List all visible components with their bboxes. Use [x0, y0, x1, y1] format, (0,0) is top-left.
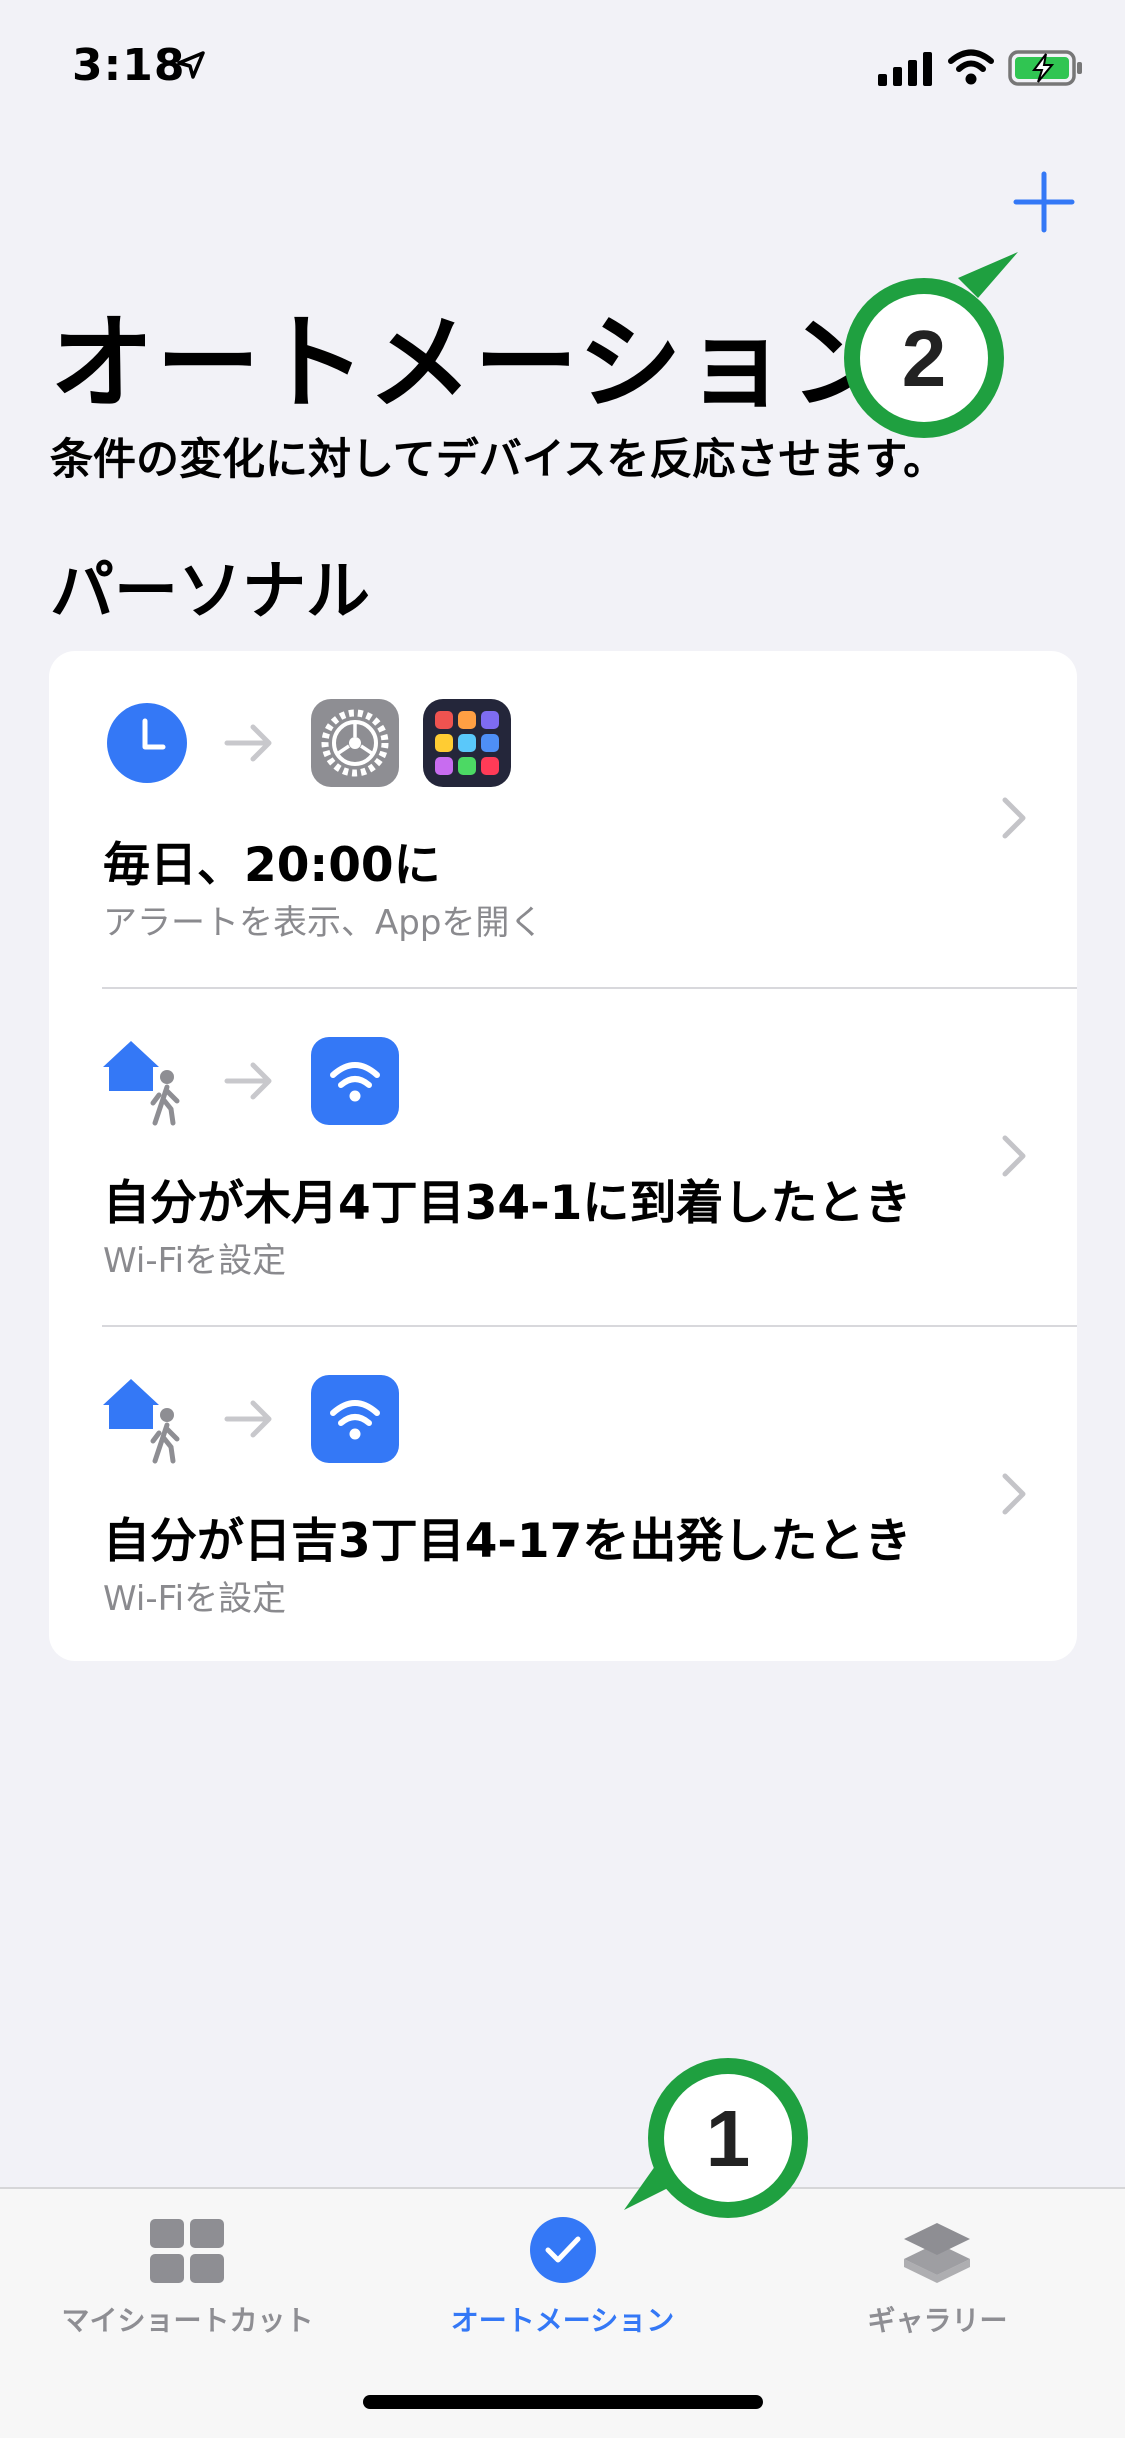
- chevron-right-icon: [1002, 1473, 1026, 1515]
- cellular-signal-icon: [878, 52, 932, 86]
- arrow-right-icon: [224, 1062, 272, 1100]
- automation-subtitle: Wi-Fiを設定: [103, 1241, 287, 1281]
- tab-label: オートメーション: [450, 2304, 675, 2337]
- arrow-right-icon: [224, 724, 272, 762]
- wifi-action-icon: [311, 1037, 399, 1125]
- automation-subtitle: Wi-Fiを設定: [103, 1579, 287, 1619]
- status-time: 3:18: [72, 40, 186, 91]
- home-person-icon: [103, 1379, 180, 1464]
- automation-title: 自分が日吉3丁目4-17を出発したとき: [103, 1514, 912, 1569]
- chevron-right-icon: [1002, 1135, 1026, 1177]
- home-indicator: [363, 2395, 763, 2409]
- chevron-right-icon: [1002, 797, 1026, 839]
- automation-subtitle: アラートを表示、Appを開く: [103, 903, 544, 943]
- add-automation-button[interactable]: [1010, 168, 1078, 236]
- automation-row-leave[interactable]: 自分が日吉3丁目4-17を出発したとき Wi-Fiを設定: [49, 1327, 1077, 1661]
- page-title: オートメーション: [50, 302, 896, 424]
- tab-label: ギャラリー: [867, 2304, 1008, 2337]
- app-grid-icon: [423, 699, 511, 787]
- settings-app-icon: [311, 699, 399, 787]
- callout-badge-1: 1: [624, 2058, 808, 2218]
- arrow-right-icon: [224, 1400, 272, 1438]
- automation-row-daily[interactable]: 毎日、20:00に アラートを表示、Appを開く: [49, 651, 1077, 989]
- location-arrow-icon: [177, 51, 205, 79]
- home-person-icon: [103, 1041, 180, 1126]
- checkmark-clock-icon: [530, 2217, 596, 2283]
- grid-icon: [150, 2219, 224, 2283]
- page-subtitle: 条件の変化に対してデバイスを反応させます。: [50, 435, 947, 485]
- layers-icon: [904, 2223, 970, 2283]
- automation-title: 毎日、20:00に: [103, 838, 441, 893]
- tab-my-shortcuts[interactable]: マイショートカット: [0, 2189, 375, 2389]
- section-title-personal: パーソナル: [50, 555, 370, 629]
- clock-icon: [107, 703, 187, 783]
- callout-number: 2: [902, 314, 947, 403]
- callout-badge-2: 2: [844, 252, 1018, 438]
- wifi-action-icon: [311, 1375, 399, 1463]
- tab-label: マイショートカット: [61, 2304, 314, 2337]
- callout-number: 1: [706, 2094, 751, 2183]
- battery-charging-icon: [1008, 50, 1082, 86]
- automation-row-arrive[interactable]: 自分が木月4丁目34-1に到着したとき Wi-Fiを設定: [49, 989, 1077, 1327]
- automation-list: 毎日、20:00に アラートを表示、Appを開く 自分が木月4丁目34-1に到着…: [49, 651, 1077, 1661]
- wifi-status-icon: [948, 49, 994, 85]
- automation-title: 自分が木月4丁目34-1に到着したとき: [103, 1176, 912, 1231]
